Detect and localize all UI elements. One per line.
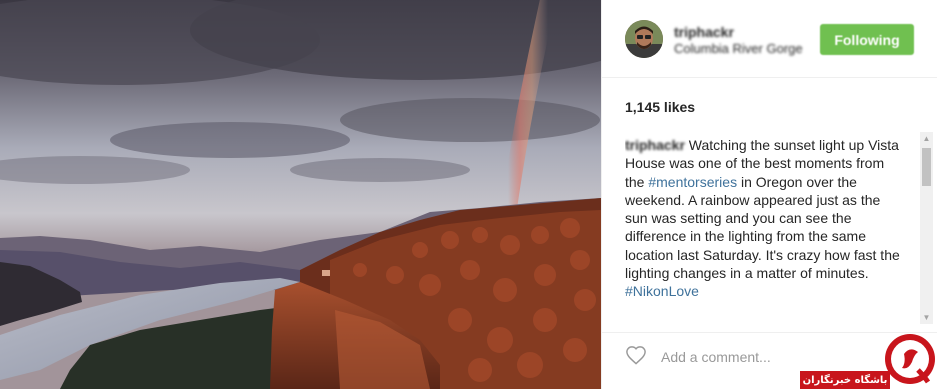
post-caption: triphackr Watching the sunset light up V… [625, 136, 901, 301]
landscape-illustration [0, 0, 601, 389]
scroll-down-icon[interactable]: ▼ [920, 311, 933, 324]
post-location[interactable]: Columbia River Gorge [674, 41, 802, 56]
caption-scrollbar[interactable]: ▲ ▼ [920, 132, 933, 324]
avatar[interactable] [625, 20, 663, 58]
heart-outline-icon[interactable] [625, 345, 647, 365]
profile-photo-icon [625, 20, 663, 58]
add-comment-input[interactable] [659, 345, 863, 369]
post-username[interactable]: triphackr [674, 24, 734, 40]
caption-username[interactable]: triphackr [625, 136, 685, 154]
post-photo[interactable] [0, 0, 601, 389]
post-side-panel: triphackr Columbia River Gorge Following… [601, 0, 937, 389]
post-header: triphackr Columbia River Gorge Following [602, 0, 937, 78]
following-button[interactable]: Following [820, 24, 914, 55]
hashtag-mentorseries[interactable]: #mentorseries [648, 174, 737, 190]
watermark-banner: باشگاه خبرنگاران [800, 371, 890, 389]
scroll-up-icon[interactable]: ▲ [920, 132, 933, 145]
hashtag-nikonlove[interactable]: #NikonLove [625, 283, 699, 299]
likes-count[interactable]: 1,145 likes [625, 99, 695, 115]
caption-container: triphackr Watching the sunset light up V… [625, 136, 901, 316]
scroll-thumb[interactable] [922, 148, 931, 186]
